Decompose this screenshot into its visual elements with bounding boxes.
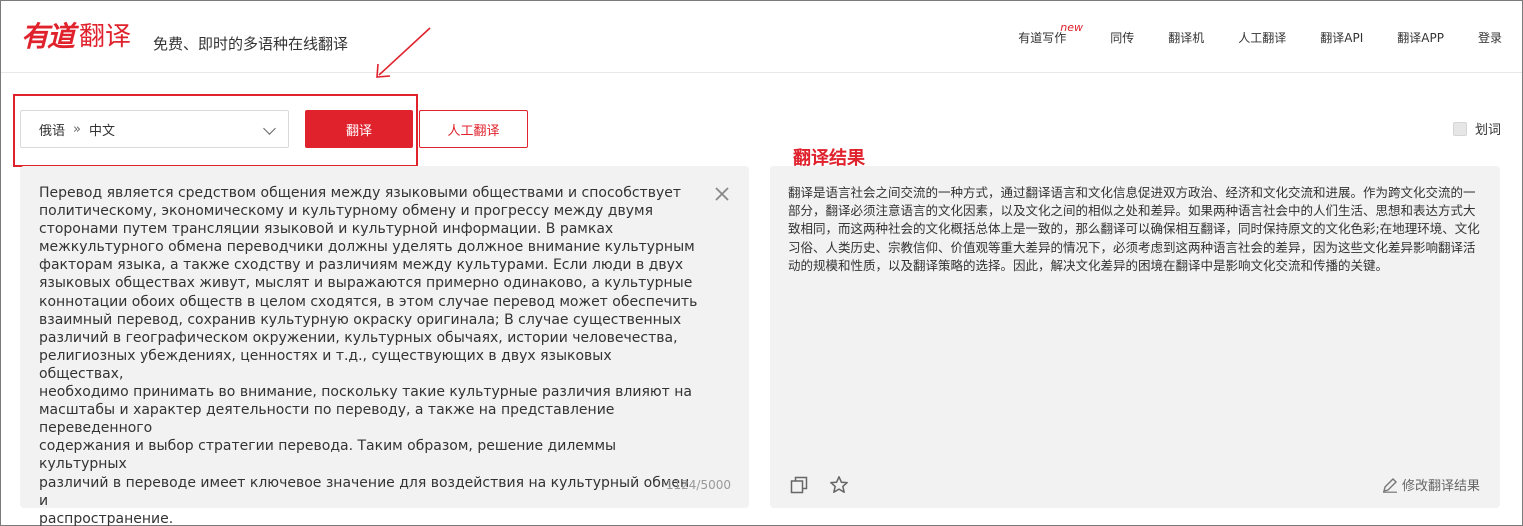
- source-textarea[interactable]: Перевод является средством общения между…: [39, 184, 699, 526]
- language-select[interactable]: 俄语 » 中文: [20, 110, 289, 148]
- pencil-icon: [1382, 477, 1397, 493]
- source-panel: Перевод является средством общения между…: [20, 166, 749, 526]
- nav-item-api[interactable]: 翻译API: [1320, 29, 1363, 46]
- translate-button[interactable]: 翻译: [305, 110, 413, 148]
- annotation-arrow-icon: [376, 27, 431, 78]
- chevron-down-icon: [263, 122, 276, 135]
- top-nav: 有道写作 new 同传 翻译机 人工翻译 翻译API 翻译APP 登录: [1018, 21, 1502, 46]
- nav-item-translator-device[interactable]: 翻译机: [1168, 29, 1204, 46]
- human-translation-button[interactable]: 人工翻译: [419, 110, 528, 148]
- close-icon[interactable]: [713, 185, 731, 203]
- language-separator: »: [73, 121, 81, 137]
- new-badge: new: [1060, 21, 1083, 34]
- star-icon[interactable]: [829, 475, 849, 495]
- nav-item-interpretation[interactable]: 同传: [1110, 29, 1134, 46]
- logo-word: 翻译: [79, 22, 132, 52]
- tagline: 免费、即时的多语种在线翻译: [153, 35, 349, 53]
- nav-item-app[interactable]: 翻译APP: [1397, 29, 1444, 46]
- word-select-label: 划词: [1474, 123, 1501, 138]
- header: 有道 翻译 免费、即时的多语种在线翻译 有道写作 new 同传 翻译机 人工翻译 …: [1, 1, 1522, 73]
- result-text: 翻译是语言社会之间交流的一种方式，通过翻译语言和文化信息促进双方政治、经济和文化…: [788, 185, 1480, 273]
- nav-item-label: 有道写作: [1018, 31, 1067, 45]
- copy-icon[interactable]: [790, 476, 808, 494]
- char-count: 1124/5000: [665, 478, 731, 492]
- word-select-checkbox[interactable]: [1452, 121, 1467, 136]
- logo-mark: 有道: [21, 20, 75, 53]
- nav-item-login[interactable]: 登录: [1478, 29, 1502, 46]
- source-language: 俄语: [39, 123, 66, 139]
- target-language: 中文: [88, 123, 115, 139]
- edit-result-label: 修改翻译结果: [1401, 479, 1480, 494]
- edit-result-button[interactable]: 修改翻译结果: [1382, 475, 1480, 494]
- nav-item-human-translation[interactable]: 人工翻译: [1238, 29, 1286, 46]
- result-panel: 翻译是语言社会之间交流的一种方式，通过翻译语言和文化信息促进双方政治、经济和文化…: [770, 166, 1500, 508]
- logo[interactable]: 有道 翻译: [21, 19, 131, 53]
- word-select-toggle[interactable]: 划词: [1452, 119, 1501, 138]
- nav-item-writing[interactable]: 有道写作 new: [1018, 21, 1083, 46]
